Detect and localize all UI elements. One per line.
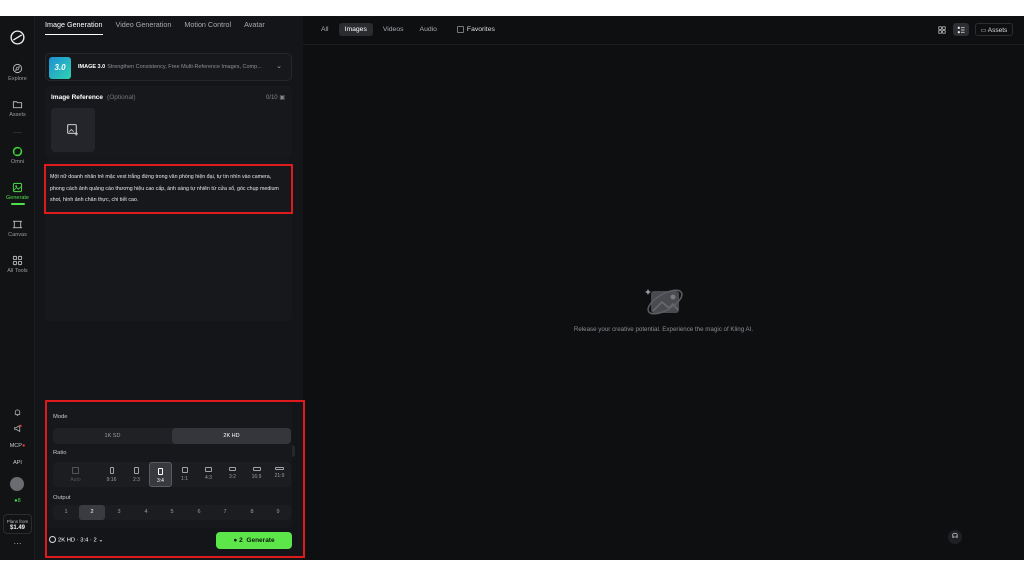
tab-avatar[interactable]: Avatar <box>244 20 265 35</box>
rail-item-generate[interactable]: Generate <box>0 182 35 205</box>
image-stack-icon: ▣ <box>279 95 285 101</box>
add-image-icon <box>67 124 78 136</box>
credits-value: 8 <box>17 498 21 504</box>
count-value: 0/10 <box>265 95 278 101</box>
compass-icon <box>12 63 23 74</box>
filter-all[interactable]: All <box>315 23 335 36</box>
avatar[interactable] <box>10 477 24 491</box>
grid-icon <box>12 255 23 266</box>
tab-motion-control[interactable]: Motion Control <box>184 20 231 35</box>
list-view-icon <box>957 26 965 33</box>
rail-label: Assets <box>9 112 26 118</box>
rail-divider <box>13 132 22 133</box>
headset-icon[interactable]: ☊ <box>948 530 962 544</box>
notification-button[interactable] <box>0 408 35 419</box>
rail-label: Omni <box>10 159 25 165</box>
model-badge: 3.0 <box>49 57 71 79</box>
image-reference-title: Image Reference <box>51 94 104 101</box>
left-rail: Explore Assets Omni Generate Canvas All … <box>0 16 35 560</box>
empty-state-icon <box>645 289 683 315</box>
megaphone-icon <box>14 424 22 433</box>
model-info: IMAGE 3.0 Strengthen Consistency, Free Mu… <box>78 64 278 70</box>
tab-image-generation[interactable]: Image Generation <box>45 20 103 35</box>
favorites-label: Favorites <box>466 26 495 33</box>
folder-icon: ▭ <box>980 28 987 34</box>
assets-button[interactable]: ▭ Assets <box>975 23 1013 36</box>
announcement-button[interactable] <box>0 424 35 435</box>
main-gallery: All Images Videos Audio Favorites ▭ Asse… <box>303 16 1024 560</box>
rail-item-canvas[interactable]: Canvas <box>0 219 35 238</box>
filter-audio[interactable]: Audio <box>414 23 443 36</box>
prompt-highlight-box <box>44 164 293 214</box>
plans-price: $1.49 <box>9 525 25 531</box>
grid-view-button[interactable] <box>935 23 949 36</box>
filter-images[interactable]: Images <box>338 23 373 36</box>
favorites-toggle[interactable]: Favorites <box>451 23 501 36</box>
bell-icon <box>14 409 21 416</box>
assets-label: Assets <box>987 27 1008 34</box>
empty-state-text: Release your creative potential. Experie… <box>573 326 754 333</box>
model-selector[interactable]: 3.0 IMAGE 3.0 Strengthen Consistency, Fre… <box>45 53 292 81</box>
active-indicator <box>10 203 25 205</box>
image-reference-label: Image Reference (Optional) <box>51 94 136 101</box>
plans-button[interactable]: Plans from $1.49 <box>3 514 32 534</box>
rail-label: Explore <box>8 76 27 82</box>
checkbox-icon <box>456 26 464 33</box>
chevron-down-icon: ⌄ <box>276 63 282 70</box>
generate-icon <box>12 182 23 193</box>
model-description: Strengthen Consistency, Free Multi-Refer… <box>107 64 262 70</box>
rail-label: All Tools <box>7 268 28 274</box>
list-view-button[interactable] <box>953 23 969 36</box>
upload-image-button[interactable] <box>51 108 95 152</box>
filter-tabs: All Images Videos Audio Favorites <box>315 23 501 36</box>
folder-icon <box>12 101 23 109</box>
tab-video-generation[interactable]: Video Generation <box>116 20 172 35</box>
rail-label: Generate <box>6 195 29 201</box>
rail-item-omni[interactable]: Omni <box>0 146 35 165</box>
topbar-divider <box>303 44 1024 45</box>
api-label: API <box>13 460 22 466</box>
rail-item-all-tools[interactable]: All Tools <box>0 255 35 274</box>
credits-display[interactable]: ●8 <box>0 498 35 504</box>
more-icon[interactable]: ⋯ <box>0 539 35 548</box>
canvas-icon <box>12 220 23 229</box>
mcp-label: MCP <box>9 443 22 449</box>
filter-videos[interactable]: Videos <box>377 23 410 36</box>
omni-icon <box>12 146 23 157</box>
generation-tabs: Image Generation Video Generation Motion… <box>45 20 265 35</box>
rail-item-explore[interactable]: Explore <box>0 63 35 82</box>
image-reference-section: Image Reference (Optional) 0/10 ▣ <box>45 86 292 158</box>
api-link[interactable]: API <box>0 460 35 466</box>
kling-logo[interactable] <box>9 29 26 46</box>
image-reference-count: 0/10 ▣ <box>266 94 285 101</box>
settings-highlight-box <box>45 400 305 558</box>
rail-item-assets[interactable]: Assets <box>0 99 35 118</box>
plans-label: Plans from <box>6 519 29 524</box>
optional-label: (Optional) <box>107 94 136 101</box>
model-name: IMAGE 3.0 <box>78 64 106 70</box>
rail-label: Canvas <box>8 232 27 238</box>
mcp-link[interactable]: MCP● <box>0 443 35 449</box>
grid-view-icon <box>938 25 946 34</box>
notification-dot: ● <box>21 443 26 449</box>
